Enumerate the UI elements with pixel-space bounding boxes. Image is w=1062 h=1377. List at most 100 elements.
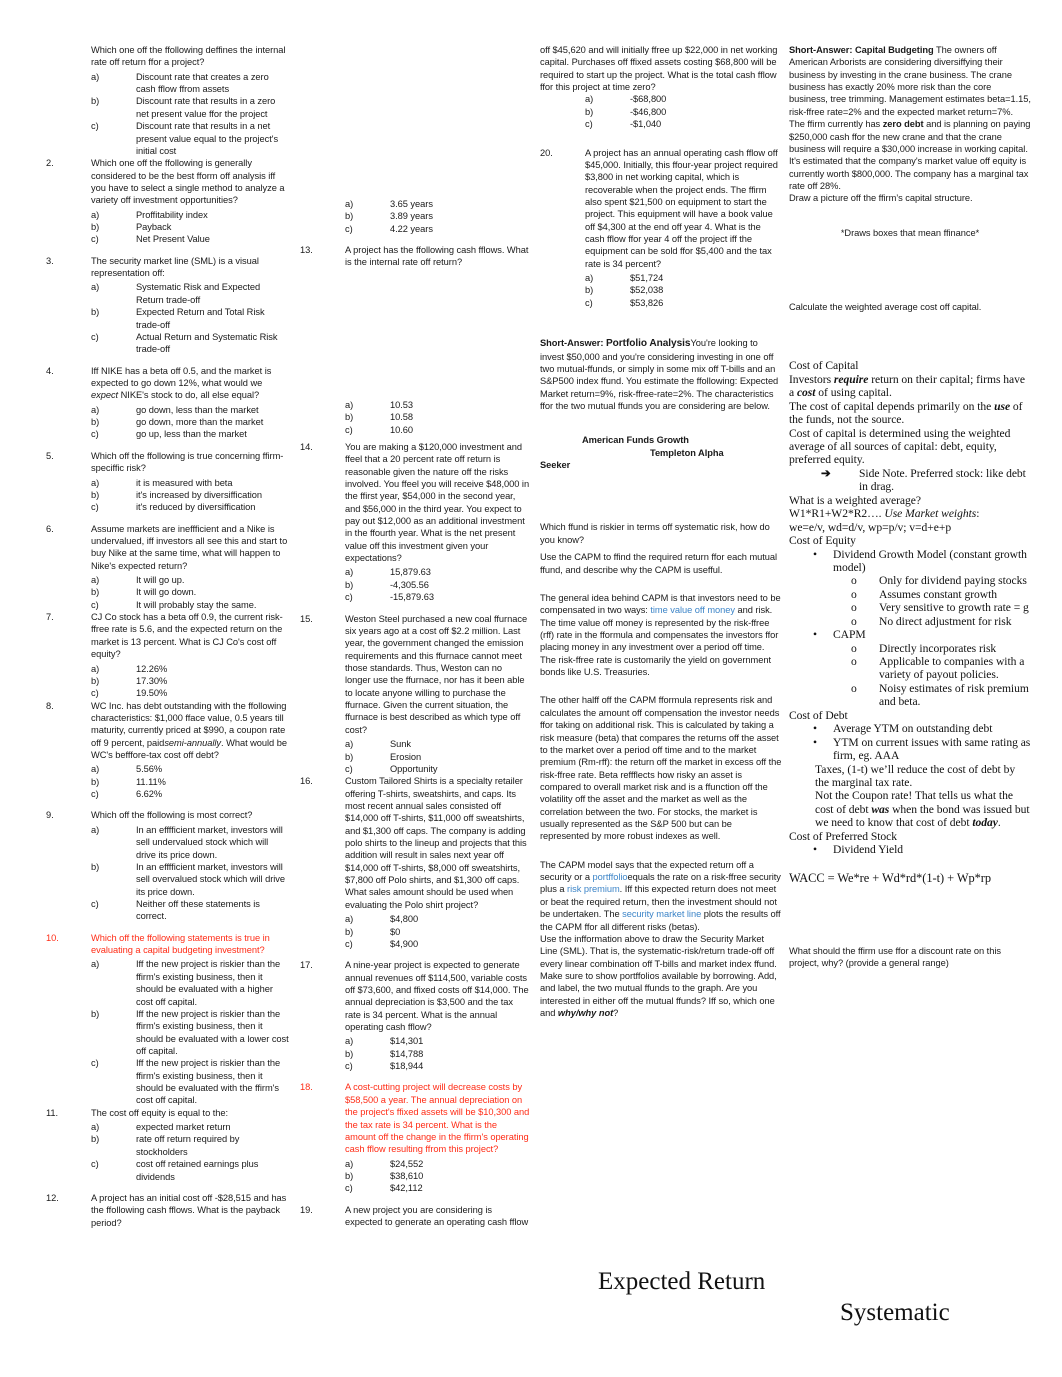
capm-paragraph-3: The CAPM model says that the expected re… [540,859,782,933]
option: b) It will go down. [91,586,289,598]
option: c) go up, less than the market [91,428,289,440]
question-number: 9. [46,810,54,821]
question-3: 3. The security market line (SML) is a v… [46,255,289,280]
option: b) 10.58 [345,411,530,423]
question-number: 12. [46,1192,59,1203]
option-text: go down, more than the market [136,417,264,428]
option-text: In an efffficient market, investors will… [136,861,285,897]
option-text: $4,800 [390,914,419,925]
question-10-options: a) Iff the new project is riskier than th… [46,958,289,1106]
option-text: -$1,040 [630,119,662,130]
question-number: 15. [300,613,313,624]
link-time-value-of-money[interactable]: time value off money [650,605,735,615]
option-text: $4,900 [390,938,419,949]
option: c) $18,944 [345,1060,530,1072]
zero-debt-emphasis: zero debt [882,119,924,130]
question-number: 2. [46,158,54,169]
question-number: 18. [300,1082,313,1093]
option-label: c) [91,899,99,909]
option: c) Actual Return and Systematic Risk trad… [91,331,289,356]
option-text: $52,038 [630,285,664,296]
question-text-post: NIKE's stock to do, all else equal? [118,390,260,401]
option-text: Opportunity [390,763,438,774]
option-text: Net Present Value [136,234,210,245]
option-text: 11.11% [136,776,166,787]
option-label: b) [345,1048,354,1059]
question-number: 3. [46,255,54,266]
notes-bullet-capm: • CAPM [789,628,1031,641]
option-text: -15,879.63 [390,592,434,603]
option: c) It will probably stay the same. [91,599,289,611]
option-label: a) [91,824,100,835]
notes-heading-cost-of-preferred-stock: Cost of Preferred Stock [789,829,898,843]
question-text-emphasis: semi-annually [164,737,222,748]
option-label: c) [91,234,99,245]
option-text: $14,788 [390,1048,424,1059]
bullet-icon: • [813,547,818,561]
option-text: $53,826 [630,297,664,308]
fund-name-templeton-alpha-cont: Seeker [540,460,571,471]
option-label: b) [91,1134,100,1145]
question-number: 13. [300,245,313,256]
question-number: 6. [46,523,54,534]
notes-l5-post: : [976,507,980,521]
question-text: WC Inc. has debt outstanding with the ff… [91,700,289,762]
column-1: Which one off the ffollowing deffines th… [46,44,289,1231]
option: b) Expected Return and Total Risk trade-o… [91,306,289,331]
question-text: A project has the ffollowing cash fflows… [345,245,529,268]
question-17: 17. A nine-year project is expected to g… [300,959,530,1033]
option: a) In an efffficient market, investors wi… [91,824,289,861]
option-text: 3.89 years [390,211,433,222]
option-label: a) [91,477,100,488]
option-text: 3.65 years [390,199,433,209]
question-20: 20. A project has an annual operating ca… [540,147,782,271]
question-text: Which off the ffollowing is true concern… [91,450,284,474]
option-text: expected market return [136,1122,231,1133]
notes-line-investors-require: Investors require return on their capita… [789,373,1031,400]
question-4: 4. Iff NIKE has a beta off 0.5, and the … [46,365,289,402]
notes-debt-l2-post: . [997,816,1001,830]
option: b) $52,038 [585,284,782,296]
link-portfolio[interactable]: portffolio [593,872,628,882]
question-number: 14. [300,441,313,452]
draws-boxes-note: *Draws boxes that mean ffinance* [840,227,980,238]
option-label: a) [91,959,100,970]
notes-heading-cost-of-equity: Cost of Equity [789,534,856,548]
link-security-market-line[interactable]: security market line [622,909,701,919]
capital-budgeting-body-2: and is planning on paying $250,000 cash … [789,119,1031,191]
option-text: 10.53 [390,399,414,410]
option-label: b) [91,307,100,318]
option: a) 12.26% [91,663,289,675]
question-7: 7. CJ Co stock has a beta off 0.9, the c… [46,611,289,660]
notes-subbullet-text: Directly incorporates risk [879,641,997,655]
option: c) $4,900 [345,938,530,950]
graph-label-systematic-text: Systematic [840,1299,950,1326]
question-number: 11. [46,1107,59,1118]
notes-bullet-avg-ytm: • Average YTM on outstanding debt [789,722,1031,735]
option-label: a) [91,209,100,220]
option-label: a) [345,1036,354,1047]
option-label: a) [345,914,354,925]
option-label: c) [91,599,99,610]
option-label: c) [345,223,353,234]
notes-bullet-text: YTM on current issues with same rating a… [833,735,1031,763]
question-number: 19. [300,1204,313,1215]
question-14: 14. You are making a $120,000 investment… [300,441,530,565]
short-answer-label: Short-Answer: [540,338,604,349]
link-risk-premium[interactable]: risk premium [567,884,620,894]
option-label: a) [91,71,100,82]
option-text: it's increased by diversiffication [136,489,262,500]
question-1-options: a) Discount rate that creates a zero cash… [46,71,289,158]
option: a) It will go up. [91,574,289,586]
option-label: b) [91,675,100,686]
option: b) 3.89 years [345,210,530,222]
question-6: 6. Assume markets are ineffficient and a… [46,523,289,572]
notes-formula-weights: W1*R1+W2*R2…. Use Market weights: [789,507,1031,520]
